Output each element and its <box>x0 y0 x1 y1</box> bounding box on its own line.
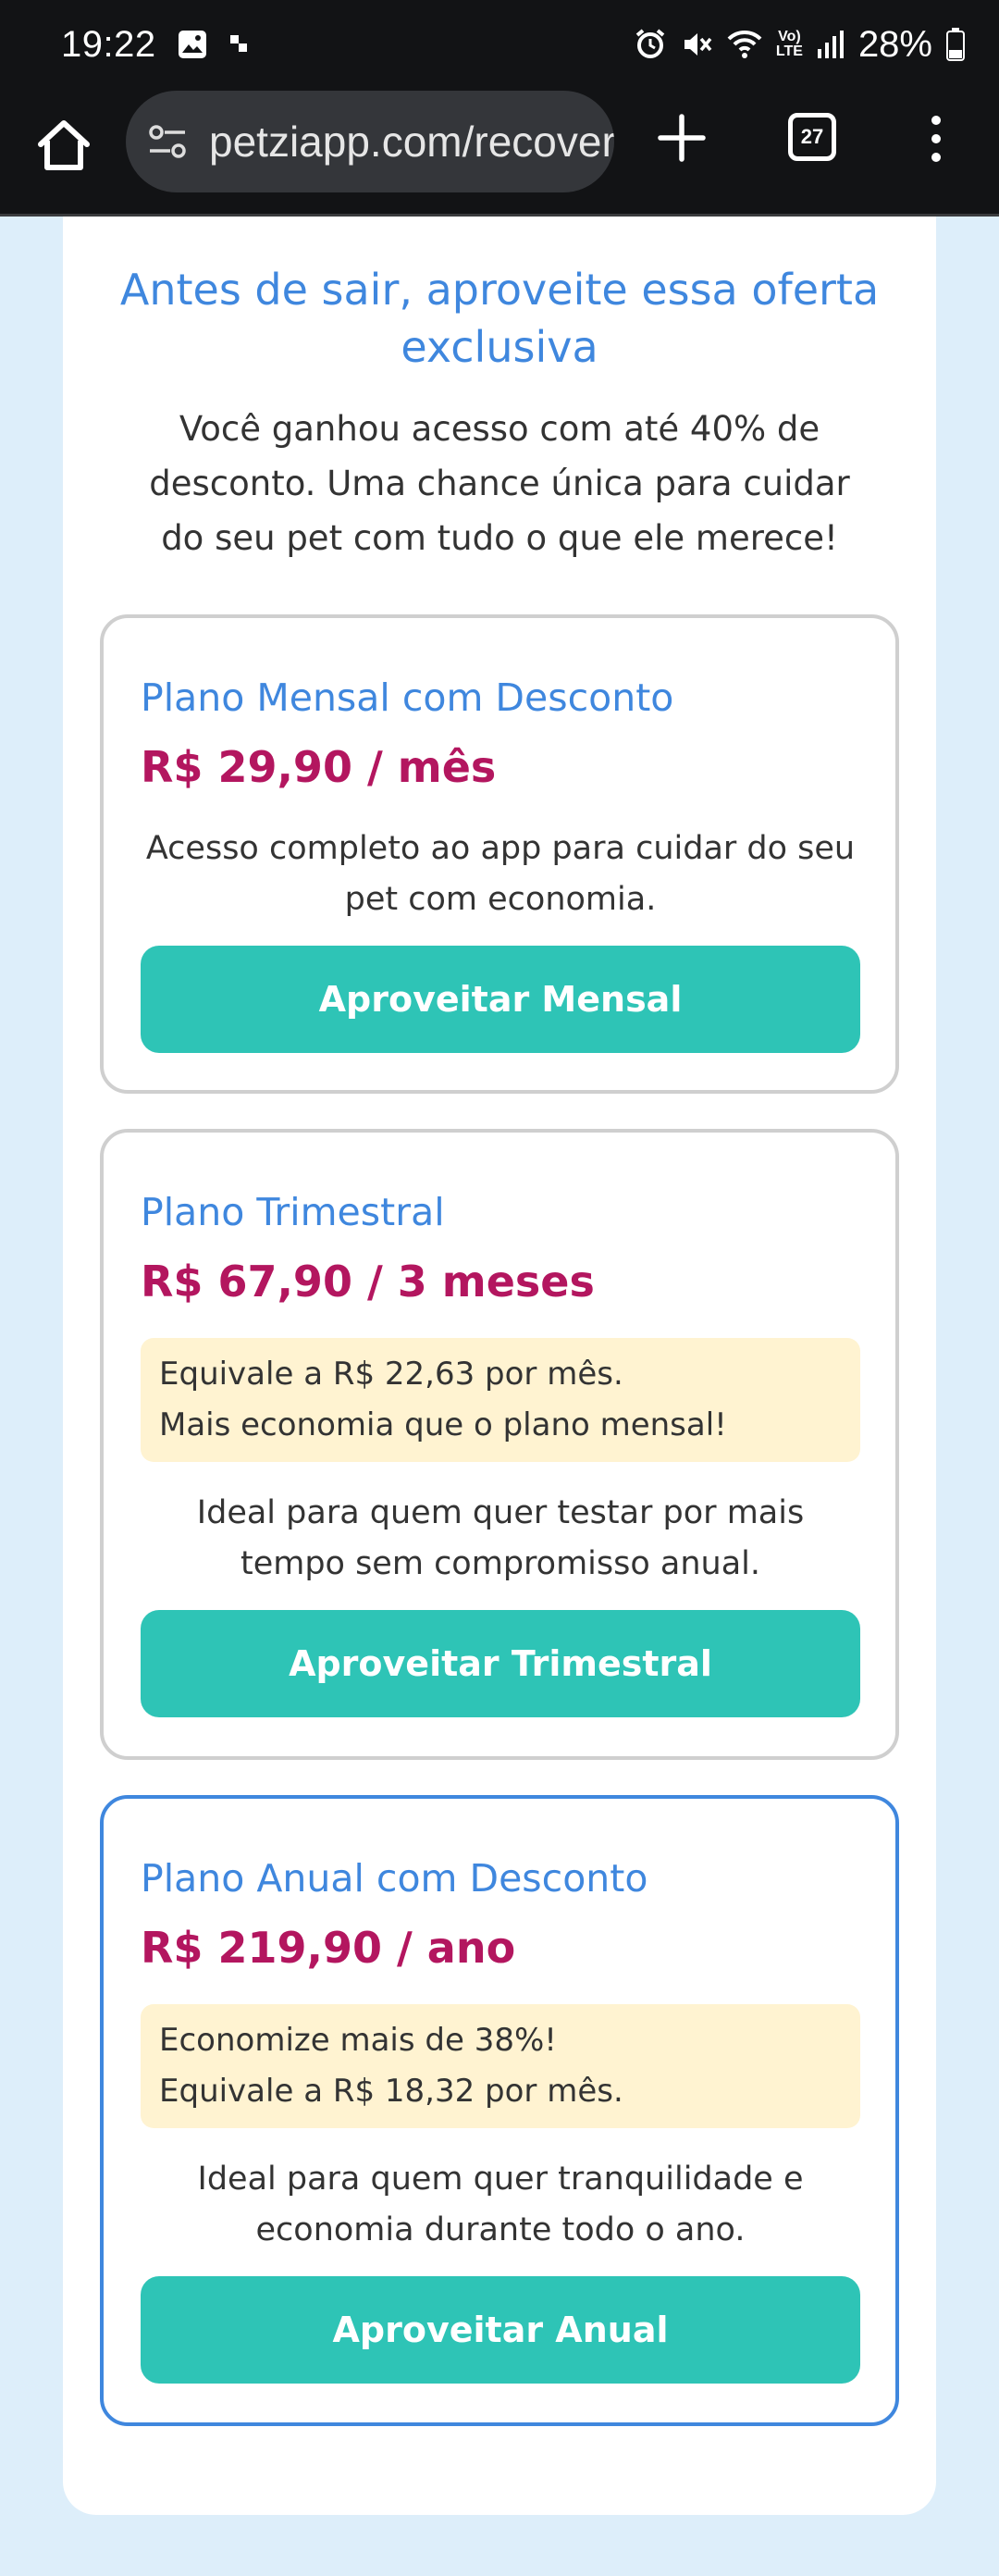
savings-note-line: Mais economia que o plano mensal! <box>159 1406 727 1443</box>
savings-note-line: Equivale a R$ 18,32 por mês. <box>159 2073 623 2110</box>
plan-description: Ideal para quem quer testar por mais tem… <box>196 1494 805 1582</box>
subscribe-annual-button[interactable]: Aproveitar Anual <box>141 2276 860 2384</box>
battery-icon <box>945 27 966 62</box>
subscribe-quarterly-button[interactable]: Aproveitar Trimestral <box>141 1610 860 1717</box>
site-settings-icon[interactable] <box>146 120 189 163</box>
plan-title: Plano Trimestral <box>141 1190 445 1234</box>
plan-title: Plano Anual com Desconto <box>141 1856 648 1901</box>
lte-indicator: Vo) LTE <box>775 29 803 59</box>
plan-card-annual: Plano Anual com Desconto R$ 219,90 / ano… <box>100 1795 899 2426</box>
wifi-icon <box>726 28 763 61</box>
plan-price: R$ 67,90 / 3 meses <box>141 1257 595 1307</box>
clock: 19:22 <box>61 23 156 65</box>
plan-price: R$ 219,90 / ano <box>141 1923 516 1973</box>
url-text: petziapp.com/recovery <box>209 118 614 166</box>
savings-note: Equivale a R$ 22,63 por mês. Mais econom… <box>141 1338 860 1462</box>
plan-description: Acesso completo ao app para cuidar do se… <box>145 830 856 918</box>
more-menu-icon[interactable] <box>925 113 947 165</box>
alarm-icon <box>634 28 667 61</box>
gallery-icon <box>177 29 208 60</box>
plan-description: Ideal para quem quer tranquilidade e eco… <box>197 2161 804 2248</box>
offer-sheet: Antes de sair, aproveite essa oferta exc… <box>63 217 936 2515</box>
notification-dot-icon <box>228 32 249 56</box>
signal-icon <box>816 29 845 60</box>
plan-price: R$ 29,90 / mês <box>141 742 497 792</box>
browser-toolbar: petziapp.com/recovery 27 <box>0 89 999 217</box>
savings-note-line: Equivale a R$ 22,63 por mês. <box>159 1356 623 1393</box>
new-tab-icon[interactable] <box>657 113 707 163</box>
status-bar: 19:22 Vo) LTE 28% <box>0 0 999 89</box>
plan-card-quarterly: Plano Trimestral R$ 67,90 / 3 meses Equi… <box>100 1129 899 1760</box>
savings-note: Economize mais de 38%! Equivale a R$ 18,… <box>141 2004 860 2128</box>
battery-percent: 28% <box>857 23 932 65</box>
address-bar[interactable]: petziapp.com/recovery <box>126 91 614 192</box>
tab-switcher-icon[interactable]: 27 <box>788 113 836 161</box>
mute-icon <box>680 28 713 61</box>
offer-description: Você ganhou acesso com até 40% de descon… <box>149 409 850 558</box>
plan-title: Plano Mensal com Desconto <box>141 675 674 720</box>
page-title: Antes de sair, aproveite essa oferta exc… <box>119 265 880 372</box>
home-icon[interactable] <box>35 117 92 174</box>
subscribe-monthly-button[interactable]: Aproveitar Mensal <box>141 946 860 1053</box>
savings-note-line: Economize mais de 38%! <box>159 2022 557 2059</box>
plan-card-monthly: Plano Mensal com Desconto R$ 29,90 / mês… <box>100 614 899 1094</box>
